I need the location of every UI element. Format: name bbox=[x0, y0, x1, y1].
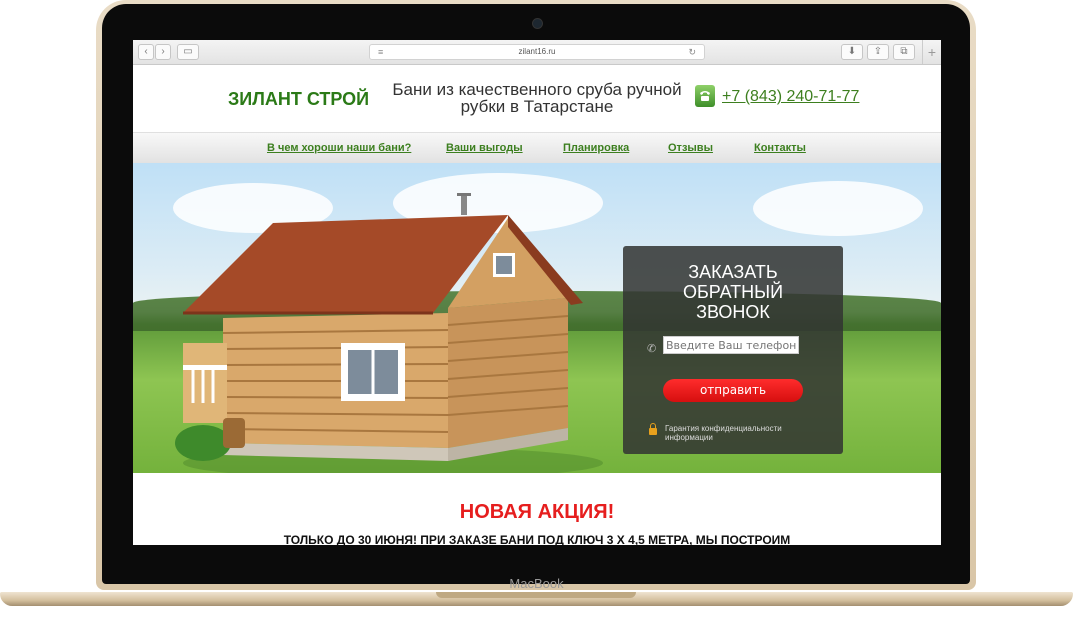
phone-icon: ✆ bbox=[647, 343, 657, 355]
plus-icon: + bbox=[927, 44, 937, 60]
nav-item-reviews[interactable]: Отзывы bbox=[668, 142, 713, 154]
callback-form: ЗАКАЗАТЬ ОБРАТНЫЙ ЗВОНОК ✆ отправить Гар… bbox=[623, 246, 843, 454]
sidebar-icon: ▭ bbox=[183, 46, 193, 57]
chevron-left-icon: ‹ bbox=[144, 46, 148, 57]
tabs-button[interactable]: ⧉ bbox=[893, 44, 915, 60]
share-button[interactable]: ⇪ bbox=[867, 44, 889, 60]
download-icon: ⬇ bbox=[847, 46, 857, 57]
laptop-brand-label: MacBook bbox=[509, 576, 564, 591]
sidebar-button[interactable]: ▭ bbox=[177, 44, 199, 60]
nav-item-contacts[interactable]: Контакты bbox=[754, 142, 806, 154]
submit-button[interactable]: отправить bbox=[663, 379, 803, 402]
forward-button[interactable]: › bbox=[155, 44, 171, 60]
site-header: ЗИЛАНТ СТРОЙ Бани из качественного сруба… bbox=[133, 65, 941, 131]
url-text: zilant16.ru bbox=[518, 47, 556, 56]
site-logo[interactable]: ЗИЛАНТ СТРОЙ bbox=[228, 89, 369, 110]
laptop-notch bbox=[436, 592, 636, 598]
phone-input[interactable] bbox=[663, 336, 799, 354]
form-title-line: ЗВОНОК bbox=[696, 302, 770, 322]
log-bathhouse-image bbox=[175, 193, 603, 473]
address-bar[interactable]: ≡ zilant16.ru ↻ bbox=[369, 44, 705, 60]
browser-toolbar: ‹ › ▭ ≡ zilant16.ru ↻ ⬇ ⇪ ⧉ + bbox=[133, 40, 941, 65]
nav-item-layout[interactable]: Планировка bbox=[563, 142, 629, 154]
chevron-right-icon: › bbox=[161, 46, 165, 57]
callback-form-title: ЗАКАЗАТЬ ОБРАТНЫЙ ЗВОНОК bbox=[623, 262, 843, 322]
form-title-line: ЗАКАЗАТЬ bbox=[688, 262, 778, 282]
form-title-line: ОБРАТНЫЙ bbox=[682, 282, 784, 302]
back-button[interactable]: ‹ bbox=[138, 44, 154, 60]
promo-section: НОВАЯ АКЦИЯ! ТОЛЬКО ДО 30 ИЮНЯ! ПРИ ЗАКА… bbox=[133, 473, 941, 545]
lock-icon bbox=[649, 423, 657, 435]
browser-screen: ‹ › ▭ ≡ zilant16.ru ↻ ⬇ ⇪ ⧉ + ЗИЛАНТ СТР… bbox=[133, 40, 941, 545]
phone-link[interactable]: +7 (843) 240-71-77 bbox=[722, 88, 859, 106]
tabs-icon: ⧉ bbox=[900, 46, 908, 57]
site-tagline: Бани из качественного сруба ручной рубки… bbox=[392, 80, 682, 116]
new-tab-button[interactable]: + bbox=[922, 40, 941, 64]
nav-item-your-benefits[interactable]: Ваши выгоды bbox=[446, 142, 523, 154]
privacy-note: Гарантия конфиденциальности информации bbox=[665, 424, 782, 442]
share-icon: ⇪ bbox=[873, 46, 883, 57]
reload-icon[interactable]: ↻ bbox=[688, 45, 696, 59]
camera-icon bbox=[532, 18, 543, 29]
cloud bbox=[753, 181, 923, 236]
downloads-button[interactable]: ⬇ bbox=[841, 44, 863, 60]
nav-item-benefits-baths[interactable]: В чем хороши наши бани? bbox=[267, 142, 411, 154]
hero-banner: ЗАКАЗАТЬ ОБРАТНЫЙ ЗВОНОК ✆ отправить Гар… bbox=[133, 163, 941, 473]
promo-title: НОВАЯ АКЦИЯ! bbox=[459, 501, 615, 523]
reader-icon[interactable]: ≡ bbox=[378, 45, 383, 59]
promo-subtitle: ТОЛЬКО ДО 30 ИЮНЯ! ПРИ ЗАКАЗЕ БАНИ ПОД К… bbox=[283, 533, 791, 545]
main-nav: В чем хороши наши бани? Ваши выгоды План… bbox=[133, 132, 941, 164]
telephone-icon bbox=[695, 85, 715, 107]
